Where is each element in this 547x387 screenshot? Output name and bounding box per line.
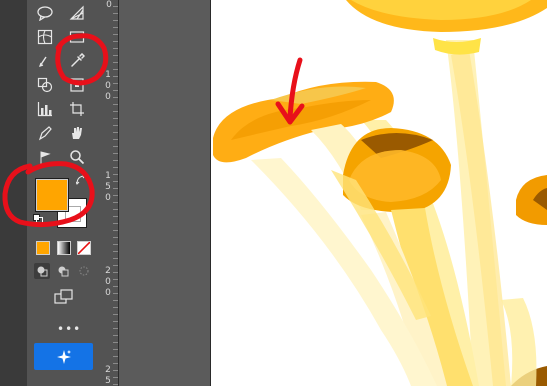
artboard-tool-icon[interactable] — [68, 100, 86, 118]
sparkle-icon — [56, 349, 71, 364]
vertical-ruler[interactable]: 0 1 0 0 1 5 0 2 0 0 2 5 — [99, 0, 119, 386]
shape-builder-tool-icon[interactable] — [36, 76, 54, 94]
draw-normal-icon[interactable] — [34, 263, 50, 279]
live-paint-tool-icon[interactable] — [68, 76, 86, 94]
gradient-tool-icon[interactable] — [68, 28, 86, 46]
swap-fill-stroke-icon[interactable] — [75, 174, 87, 186]
fill-color-swatch[interactable] — [35, 178, 69, 212]
perspective-grid-tool-icon[interactable] — [68, 4, 86, 22]
color-mode-button[interactable] — [36, 241, 50, 255]
pasteboard[interactable] — [119, 0, 211, 386]
eyedropper-tool-icon[interactable] — [68, 52, 86, 70]
mesh-tool-icon[interactable] — [36, 28, 54, 46]
ruler-label: 1 5 0 — [105, 171, 111, 203]
zoom-tool-icon[interactable] — [68, 148, 86, 166]
window-frame-left — [0, 0, 27, 386]
generative-ai-button[interactable] — [34, 343, 93, 370]
hand-tool-icon[interactable] — [68, 124, 86, 142]
ruler-label: 1 0 0 — [105, 70, 111, 102]
gradient-mode-button[interactable] — [57, 241, 71, 255]
ruler-label: 2 0 0 — [105, 266, 111, 298]
draw-inside-icon[interactable] — [76, 263, 92, 279]
artboard-canvas[interactable] — [211, 0, 547, 386]
mushroom-illustration — [213, 0, 547, 386]
symbol-sprayer-tool-icon[interactable] — [36, 148, 54, 166]
tools-panel: ••• — [27, 0, 100, 386]
screen-mode-icon[interactable] — [54, 288, 74, 306]
ruler-label: 2 5 — [105, 365, 111, 386]
slice-tool-icon[interactable] — [36, 124, 54, 142]
none-mode-button[interactable] — [77, 241, 91, 255]
default-fill-stroke-icon[interactable] — [33, 214, 43, 224]
graph-tool-icon[interactable] — [36, 100, 54, 118]
edit-toolbar-button[interactable]: ••• — [57, 322, 81, 336]
blend-tool-icon[interactable] — [36, 52, 54, 70]
speech-bubble-tool-icon[interactable] — [36, 4, 54, 22]
draw-behind-icon[interactable] — [55, 263, 71, 279]
ruler-label: 0 — [106, 0, 112, 10]
